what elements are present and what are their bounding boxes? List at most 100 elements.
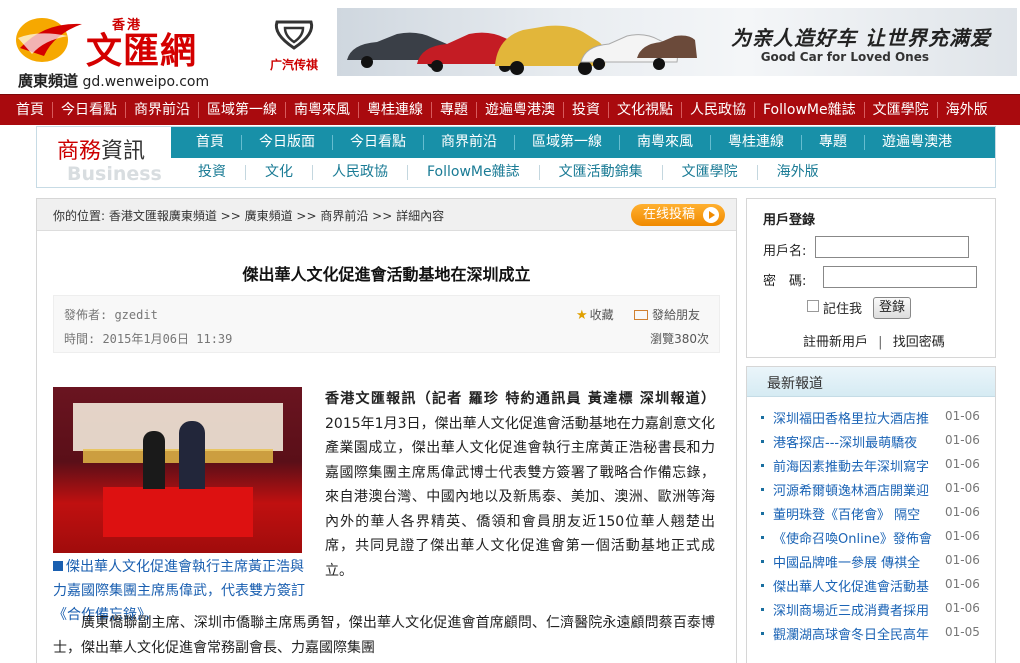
- business-nav-item[interactable]: 投資: [179, 165, 246, 180]
- article-photo[interactable]: [53, 387, 302, 553]
- news-title[interactable]: 港客探店---深圳最萌驕夜: [773, 432, 945, 451]
- business-label: 商務資訊 Business: [37, 127, 171, 187]
- news-title[interactable]: 河源希爾頓逸林酒店開業迎: [773, 480, 945, 499]
- news-title[interactable]: 深圳福田香格里拉大酒店推: [773, 408, 945, 427]
- news-title[interactable]: 深圳商場近三成消費者採用: [773, 600, 945, 619]
- main-nav-item[interactable]: 專題: [432, 102, 477, 118]
- main-nav-item[interactable]: 文化視點: [609, 102, 682, 118]
- main-nav-item[interactable]: 今日看點: [53, 102, 126, 118]
- main-nav-item[interactable]: 文匯學院: [865, 102, 938, 118]
- breadcrumb[interactable]: 你的位置: 香港文匯報廣東頻道 >> 廣東頻道 >> 商界前沿 >> 詳細內容: [53, 207, 444, 224]
- submit-article-button[interactable]: 在线投稿: [631, 204, 725, 226]
- list-item[interactable]: 傑出華人文化促進會活動基 01-06: [761, 574, 993, 598]
- latest-news-panel: 最新報道 深圳福田香格里拉大酒店推 01-06 港客探店---深圳最萌驕夜 01-0…: [746, 366, 996, 663]
- business-nav-item[interactable]: 今日版面: [242, 135, 333, 150]
- list-item[interactable]: 深圳商場近三成消費者採用 01-06: [761, 598, 993, 622]
- news-title[interactable]: 董明珠登《百佬會》 隔空: [773, 504, 945, 523]
- register-link[interactable]: 註冊新用戶: [803, 335, 868, 350]
- ad-slogan: 为亲人造好车 让世界充满爱: [731, 26, 991, 50]
- main-nav: 首頁 今日看點 商界前沿 區域第一線 南粵來風 粵桂連線 專題 遊遍粵港澳 投資…: [0, 94, 1020, 125]
- remember-me-checkbox[interactable]: [807, 300, 819, 312]
- password-input[interactable]: [823, 266, 977, 288]
- news-title[interactable]: 前海因素推動去年深圳寫字: [773, 456, 945, 475]
- news-date: 01-06: [945, 481, 980, 495]
- gac-emblem-icon: [274, 20, 314, 50]
- favorite-label: 收藏: [589, 308, 614, 322]
- gac-ad-name: 广汽传祺: [269, 58, 318, 72]
- business-nav-item[interactable]: 粵桂連線: [711, 135, 802, 150]
- business-nav-item[interactable]: 人民政協: [313, 165, 408, 180]
- send-to-friend-button[interactable]: 發給朋友: [634, 306, 700, 323]
- business-nav-item[interactable]: FollowMe雜誌: [408, 165, 540, 180]
- business-nav-item[interactable]: 海外版: [758, 165, 838, 180]
- article-meta: 發佈者: gzedit 時間: 2015年1月06日 11:39 ★ 收藏 發給朋…: [53, 295, 720, 353]
- cars-image: [347, 25, 697, 75]
- username-input[interactable]: [815, 236, 969, 258]
- forgot-password-link[interactable]: 找回密碼: [893, 335, 945, 350]
- business-nav-item[interactable]: 南粵來風: [620, 135, 711, 150]
- news-title[interactable]: 觀瀾湖高球會冬日全民高年: [773, 624, 945, 643]
- latest-news-header: 最新報道: [747, 367, 995, 397]
- bullet-icon: [761, 488, 764, 491]
- logo-subtitle: 廣東頻道 gd.wenweipo.com: [18, 70, 209, 91]
- list-item[interactable]: 觀瀾湖高球會冬日全民高年 01-05: [761, 622, 993, 646]
- business-nav-item[interactable]: 區域第一線: [515, 135, 620, 150]
- business-nav-item[interactable]: 專題: [802, 135, 865, 150]
- photo-person-1: [143, 431, 165, 489]
- favorite-button[interactable]: ★ 收藏: [576, 306, 614, 323]
- main-nav-item[interactable]: 海外版: [938, 102, 996, 118]
- business-label-cn: 商務資訊: [57, 133, 145, 165]
- main-nav-item[interactable]: 投資: [564, 102, 609, 118]
- list-item[interactable]: 《使命召喚Online》發佈會 01-06: [761, 526, 993, 550]
- list-item[interactable]: 前海因素推動去年深圳寫字 01-06: [761, 454, 993, 478]
- list-item[interactable]: 港客探店---深圳最萌驕夜 01-06: [761, 430, 993, 454]
- news-date: 01-06: [945, 553, 980, 567]
- logo-domain: gd.wenweipo.com: [82, 74, 210, 90]
- bullet-icon: [761, 440, 764, 443]
- business-nav-item[interactable]: 商界前沿: [424, 135, 515, 150]
- list-item[interactable]: 董明珠登《百佬會》 隔空 01-06: [761, 502, 993, 526]
- breadcrumb-bar: 你的位置: 香港文匯報廣東頻道 >> 廣東頻道 >> 商界前沿 >> 詳細內容 …: [37, 199, 736, 231]
- list-item[interactable]: 河源希爾頓逸林酒店開業迎 01-06: [761, 478, 993, 502]
- main-nav-item[interactable]: 人民政協: [682, 102, 755, 118]
- main-nav-item[interactable]: 粵桂連線: [359, 102, 432, 118]
- gac-ad-logo[interactable]: 广汽传祺: [256, 18, 332, 78]
- list-item[interactable]: 深圳福田香格里拉大酒店推 01-06: [761, 406, 993, 430]
- main-nav-item[interactable]: 區域第一線: [199, 102, 286, 118]
- view-count: 瀏覽380次: [650, 332, 709, 346]
- article-panel: 你的位置: 香港文匯報廣東頻道 >> 廣東頻道 >> 商界前沿 >> 詳細內容 …: [36, 198, 737, 663]
- main-nav-item[interactable]: 首頁: [8, 102, 53, 118]
- business-nav: 商務資訊 Business 首頁 今日版面 今日看點 商界前沿 區域第一線 南粵…: [36, 126, 996, 188]
- business-nav-item[interactable]: 首頁: [179, 135, 242, 150]
- password-label: 密 碼:: [763, 274, 807, 289]
- bullet-icon: [761, 560, 764, 563]
- mail-icon: [634, 310, 648, 320]
- news-title[interactable]: 《使命召喚Online》發佈會: [773, 528, 945, 547]
- list-item[interactable]: 中國品牌唯一參展 傳祺全 01-06: [761, 550, 993, 574]
- news-date: 01-06: [945, 457, 980, 471]
- bullet-icon: [761, 608, 764, 611]
- car-ad-banner[interactable]: 为亲人造好车 让世界充满爱 Good Car for Loved Ones: [337, 8, 1017, 76]
- link-divider: |: [878, 335, 883, 350]
- main-nav-item[interactable]: 商界前沿: [126, 102, 199, 118]
- main-nav-item[interactable]: 南粵來風: [286, 102, 359, 118]
- main-nav-item[interactable]: FollowMe雜誌: [755, 102, 865, 118]
- business-nav-item[interactable]: 今日看點: [333, 135, 424, 150]
- bullet-icon: [761, 584, 764, 587]
- business-nav-item[interactable]: 遊遍粵澳港: [865, 135, 969, 150]
- article-para-1: 2015年1月3日，傑出華人文化促進會活動基地在力嘉創意文化產業園成立，傑出華人…: [325, 415, 715, 579]
- news-title[interactable]: 中國品牌唯一參展 傳祺全: [773, 552, 945, 571]
- news-date: 01-06: [945, 601, 980, 615]
- article-title: 傑出華人文化促進會活動基地在深圳成立: [242, 265, 531, 284]
- news-date: 01-06: [945, 409, 980, 423]
- news-title[interactable]: 傑出華人文化促進會活動基: [773, 576, 945, 595]
- main-nav-item[interactable]: 遊遍粵港澳: [477, 102, 564, 118]
- business-nav-item[interactable]: 文匯學院: [663, 165, 758, 180]
- send-to-friend-label: 發給朋友: [652, 308, 701, 322]
- business-nav-item[interactable]: 文化: [246, 165, 313, 180]
- site-logo[interactable]: 香港 文匯網 廣東頻道 gd.wenweipo.com: [14, 8, 209, 90]
- business-nav-item[interactable]: 文匯活動錦集: [540, 165, 663, 180]
- photo-banner: [83, 449, 273, 463]
- business-nav-row-2: 投資 文化 人民政協 FollowMe雜誌 文匯活動錦集 文匯學院 海外版: [171, 158, 995, 187]
- login-button[interactable]: 登錄: [873, 297, 911, 319]
